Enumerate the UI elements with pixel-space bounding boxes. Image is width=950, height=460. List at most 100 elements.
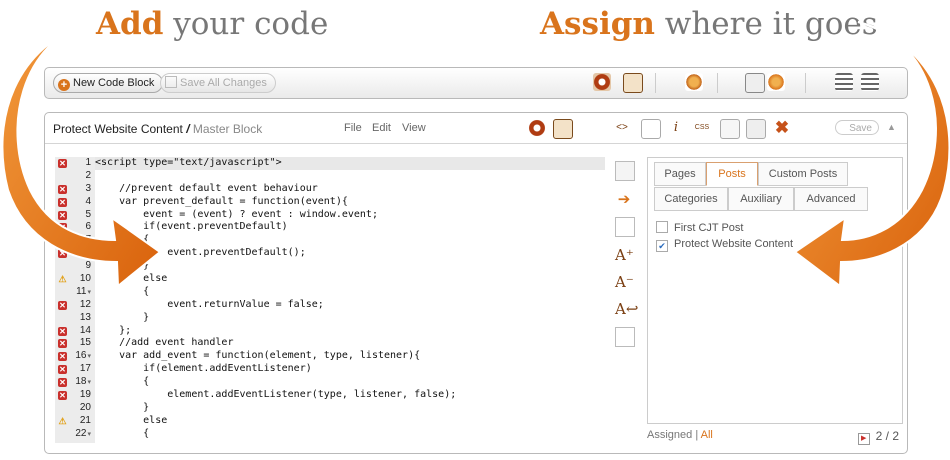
error-icon[interactable]: ✕ bbox=[58, 339, 67, 349]
code-line[interactable]: var add_event = function(element, type, … bbox=[95, 350, 605, 363]
line-number: ✕ 7 bbox=[58, 234, 91, 246]
code-line[interactable]: } bbox=[95, 260, 605, 273]
fold-toggle-icon[interactable]: ▾ bbox=[87, 431, 91, 438]
error-icon[interactable]: ✕ bbox=[58, 249, 67, 259]
error-icon[interactable]: ✕ bbox=[58, 197, 67, 207]
fold-toggle-icon[interactable]: ▾ bbox=[87, 353, 91, 360]
template-icon[interactable] bbox=[623, 73, 643, 93]
menu-edit[interactable]: Edit bbox=[372, 122, 391, 134]
post-label: Protect Website Content bbox=[674, 238, 794, 250]
error-icon[interactable]: ✕ bbox=[58, 159, 67, 168]
font-reset-icon[interactable]: A↩ bbox=[615, 300, 638, 318]
code-line[interactable]: { bbox=[95, 234, 605, 247]
document-icon[interactable] bbox=[720, 119, 740, 139]
panel-header: Protect Website Content / Master Block F… bbox=[45, 113, 907, 144]
code-line[interactable]: event.returnValue = false; bbox=[95, 299, 605, 312]
code-line[interactable]: }; bbox=[95, 325, 605, 338]
code-editor[interactable]: <script type="text/javascript"> //preven… bbox=[95, 157, 605, 443]
edit-note-icon[interactable] bbox=[615, 217, 635, 237]
css-icon[interactable]: CSS bbox=[693, 119, 711, 137]
post-item[interactable]: First CJT Post bbox=[656, 220, 793, 236]
headline-accent: Add bbox=[96, 6, 164, 42]
error-icon[interactable]: ✕ bbox=[58, 236, 67, 246]
code-line[interactable]: } bbox=[95, 312, 605, 325]
gear-icon[interactable] bbox=[767, 73, 785, 91]
post-item[interactable]: ✔ Protect Website Content bbox=[656, 236, 793, 252]
code-line[interactable]: } bbox=[95, 402, 605, 415]
error-icon[interactable]: ✕ bbox=[58, 378, 67, 388]
tab-categories[interactable]: Categories bbox=[654, 187, 728, 211]
code-line[interactable] bbox=[95, 170, 605, 183]
tab-pages[interactable]: Pages bbox=[654, 162, 706, 186]
code-line[interactable]: { bbox=[95, 286, 605, 299]
menu-file[interactable]: File bbox=[344, 122, 362, 134]
checkbox-checked[interactable]: ✔ bbox=[656, 240, 668, 252]
export-icon[interactable] bbox=[746, 119, 766, 139]
code-line[interactable]: var prevent_default = function(event){ bbox=[95, 196, 605, 209]
menu-view[interactable]: View bbox=[402, 122, 426, 134]
collapse-lines-icon[interactable] bbox=[861, 73, 879, 91]
line-number: ✕ 17 bbox=[58, 363, 91, 375]
tab-advanced[interactable]: Advanced bbox=[794, 187, 868, 211]
fold-toggle-icon[interactable]: ▾ bbox=[87, 379, 91, 386]
code-line[interactable]: { bbox=[95, 376, 605, 389]
line-number: 20 bbox=[79, 401, 91, 413]
block-title[interactable]: Protect Website Content bbox=[53, 122, 183, 136]
tab-auxiliary[interactable]: Auxiliary bbox=[728, 187, 794, 211]
block-info-icon[interactable] bbox=[593, 73, 611, 91]
font-decrease-icon[interactable]: A⁻ bbox=[615, 273, 634, 291]
copy-block-icon[interactable] bbox=[615, 161, 635, 181]
code-tag-icon[interactable]: <> bbox=[613, 119, 631, 137]
parent-block-link[interactable]: Master Block bbox=[193, 122, 262, 136]
font-increase-icon[interactable]: A⁺ bbox=[615, 246, 634, 264]
code-line[interactable]: //prevent default event behaviour bbox=[95, 183, 605, 196]
code-line[interactable]: //add event handler bbox=[95, 337, 605, 350]
edit-settings-icon[interactable] bbox=[641, 119, 661, 139]
error-icon[interactable]: ✕ bbox=[58, 184, 67, 194]
layout-icon[interactable] bbox=[745, 73, 765, 93]
warning-icon[interactable]: ⚠ bbox=[58, 416, 67, 426]
error-icon[interactable]: ✕ bbox=[58, 326, 67, 336]
line-number: ✕ 4 bbox=[58, 195, 91, 207]
error-icon[interactable]: ✕ bbox=[58, 391, 67, 401]
next-page-icon[interactable]: ▶ bbox=[857, 433, 870, 445]
collapse-panel-icon[interactable]: ▲ bbox=[887, 122, 896, 132]
block-info-icon[interactable] bbox=[528, 119, 546, 137]
all-filter[interactable]: All bbox=[701, 429, 713, 441]
code-line[interactable]: event.preventDefault(); bbox=[95, 247, 605, 260]
code-line[interactable]: else bbox=[95, 273, 605, 286]
assigned-filter[interactable]: Assigned bbox=[647, 429, 692, 441]
warning-icon[interactable]: ⚠ bbox=[58, 275, 67, 284]
insert-icon[interactable]: ➔ bbox=[615, 190, 633, 208]
code-line[interactable]: if(element.addEventListener) bbox=[95, 363, 605, 376]
save-button[interactable]: Save bbox=[835, 120, 879, 135]
new-code-block-button[interactable]: + New Code Block bbox=[53, 73, 164, 93]
info-icon[interactable]: i bbox=[667, 119, 685, 137]
error-icon[interactable]: ✕ bbox=[58, 223, 67, 233]
line-number: ✕ 8 bbox=[58, 247, 91, 259]
code-line[interactable]: element.addEventListener(type, listener,… bbox=[95, 389, 605, 402]
delete-icon[interactable]: ✖ bbox=[773, 119, 791, 137]
save-all-changes-button[interactable]: Save All Changes bbox=[160, 73, 276, 93]
error-icon[interactable]: ✕ bbox=[58, 300, 67, 310]
code-line[interactable]: <script type="text/javascript"> bbox=[95, 157, 605, 170]
tab-custom-posts[interactable]: Custom Posts bbox=[758, 162, 848, 186]
fold-toggle-icon[interactable]: ▾ bbox=[87, 289, 91, 296]
notes-icon[interactable] bbox=[615, 327, 635, 347]
code-line[interactable]: { bbox=[95, 428, 605, 441]
checkbox[interactable] bbox=[656, 221, 668, 233]
error-icon[interactable]: ✕ bbox=[58, 365, 67, 375]
code-line[interactable]: event = (event) ? event : window.event; bbox=[95, 209, 605, 222]
plus-icon: + bbox=[58, 79, 70, 91]
settings-gear-icon[interactable] bbox=[685, 73, 703, 91]
editor-gutter: ✕ 1 2 ✕ 3 ✕ 4 ✕ 5 ✕ 6 ✕ 7 ✕ 8 9 ⚠ 10 11▾ ✕ 12 13 ✕ 14 ✕ 15 ✕ 16▾ ✕ 17… bbox=[55, 157, 96, 443]
tab-posts[interactable]: Posts bbox=[706, 162, 758, 186]
code-line[interactable]: if(event.preventDefault) bbox=[95, 221, 605, 234]
code-line[interactable]: else bbox=[95, 415, 605, 428]
template-icon[interactable] bbox=[553, 119, 573, 139]
error-icon[interactable]: ✕ bbox=[58, 352, 67, 362]
save-icon bbox=[165, 76, 177, 88]
error-icon[interactable]: ✕ bbox=[58, 210, 67, 220]
line-number: 2 bbox=[85, 169, 91, 181]
expand-lines-icon[interactable] bbox=[835, 73, 853, 91]
